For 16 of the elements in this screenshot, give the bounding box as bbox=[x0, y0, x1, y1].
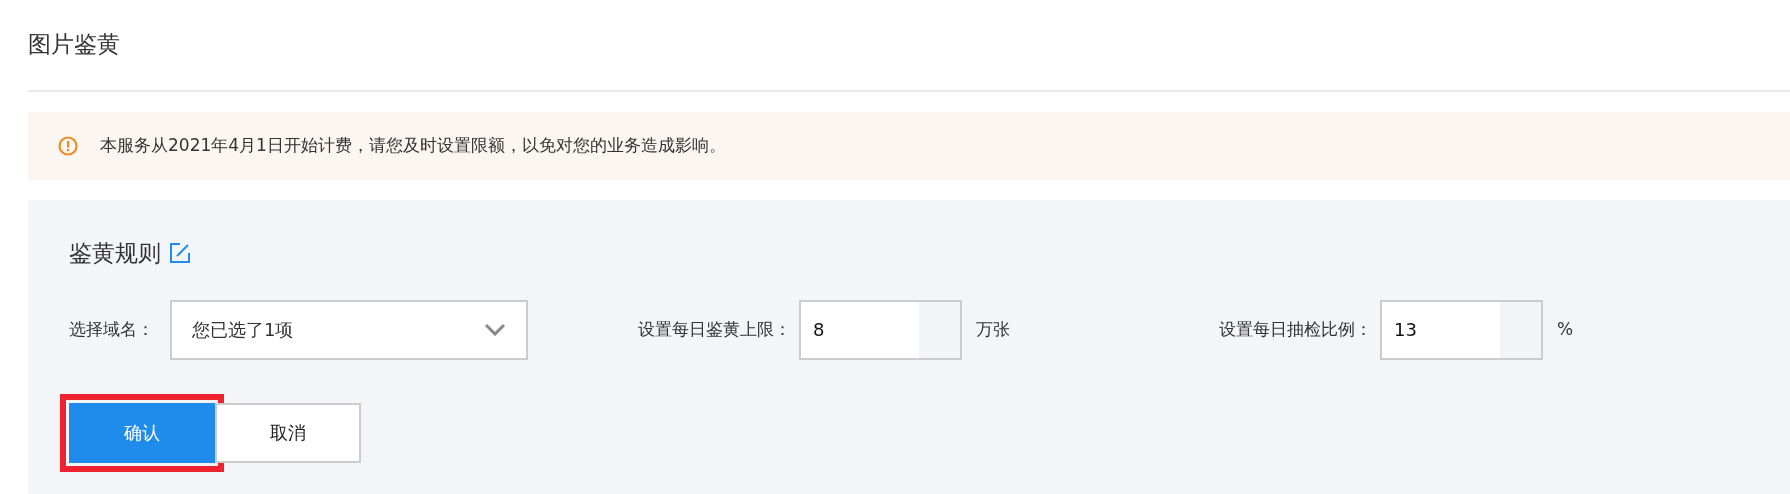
cancel-button[interactable]: 取消 bbox=[215, 402, 361, 463]
warning-icon bbox=[58, 136, 78, 156]
select-value: 您已选了1项 bbox=[192, 318, 294, 342]
number-input[interactable]: 13 bbox=[1380, 299, 1543, 360]
chevron-down-icon bbox=[484, 323, 506, 336]
page-title: 图片鉴黄 bbox=[28, 0, 1790, 92]
notice-text: 本服务从2021年4月1日开始计费，请您及时设置限额，以免对您的业务造成影响。 bbox=[100, 134, 726, 158]
domain-select[interactable]: 您已选了1项 bbox=[170, 299, 528, 360]
section-title: 鉴黄规则 bbox=[69, 239, 161, 268]
field-label: 设置每日抽检比例： bbox=[1219, 317, 1372, 341]
number-input[interactable]: 8 bbox=[799, 299, 962, 360]
edit-icon[interactable] bbox=[169, 242, 191, 265]
field-label: 设置每日鉴黄上限： bbox=[638, 317, 791, 341]
field-label: 选择域名： bbox=[69, 317, 154, 341]
unit-label: % bbox=[1557, 317, 1574, 341]
unit-label: 万张 bbox=[976, 317, 1010, 341]
